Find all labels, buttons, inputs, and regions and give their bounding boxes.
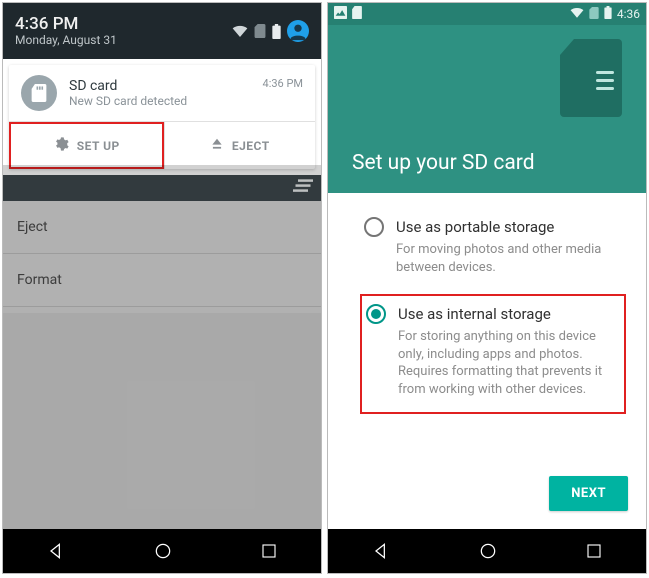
nav-recents-button[interactable] — [585, 542, 603, 560]
nav-bar — [3, 529, 321, 573]
image-icon — [334, 6, 347, 22]
screen-notification-shade: 4:36 PM Monday, August 31 SD card — [2, 2, 322, 574]
status-time: 4:36 PM — [15, 15, 117, 34]
wifi-icon — [570, 7, 584, 21]
setup-button[interactable]: SET UP — [9, 122, 164, 169]
status-left-icons — [334, 6, 362, 22]
page-title: Set up your SD card — [352, 151, 535, 193]
nav-bar — [328, 529, 646, 573]
status-date: Monday, August 31 — [15, 34, 117, 47]
sd-card-illustration-icon — [560, 39, 622, 121]
setup-label: SET UP — [77, 139, 120, 153]
status-bar: 4:36 — [328, 3, 646, 25]
screen-sd-setup: 4:36 Set up your SD card Use as portable… — [327, 2, 647, 574]
option-portable-storage[interactable]: Use as portable storage For moving photo… — [360, 209, 626, 290]
dismiss-all-button[interactable] — [3, 175, 321, 201]
eject-label: EJECT — [232, 139, 270, 153]
option-portable-label: Use as portable storage — [396, 218, 554, 236]
status-bar: 4:36 PM Monday, August 31 — [3, 3, 321, 59]
option-internal-storage[interactable]: Use as internal storage For storing anyt… — [360, 294, 626, 414]
status-icons — [232, 20, 309, 42]
option-portable-desc: For moving photos and other media betwee… — [364, 241, 620, 276]
notification-texts: SD card New SD card detected — [69, 78, 263, 108]
setup-header: Set up your SD card — [328, 25, 646, 193]
no-sim-icon — [254, 24, 266, 38]
menu-item-format[interactable]: Format — [3, 254, 321, 307]
eject-icon — [210, 137, 224, 154]
menu-item-eject[interactable]: Eject — [3, 201, 321, 254]
nav-home-button[interactable] — [153, 541, 173, 561]
nav-home-button[interactable] — [478, 541, 498, 561]
option-internal-label: Use as internal storage — [398, 305, 551, 323]
nav-back-button[interactable] — [46, 541, 66, 561]
gear-icon — [53, 136, 69, 155]
dismiss-all-icon — [293, 179, 313, 193]
sd-small-icon — [352, 6, 362, 22]
next-label: NEXT — [571, 486, 606, 501]
notification-subtitle: New SD card detected — [69, 94, 263, 108]
wifi-icon — [232, 25, 248, 37]
battery-icon — [604, 6, 612, 22]
status-time: 4:36 — [617, 7, 640, 21]
eject-button[interactable]: EJECT — [164, 122, 316, 169]
battery-icon — [272, 24, 281, 39]
radio-internal[interactable] — [366, 304, 386, 324]
profile-icon[interactable] — [287, 20, 309, 42]
notification-time: 4:36 PM — [263, 77, 303, 90]
notification-title: SD card — [69, 78, 263, 94]
sd-card-icon — [21, 75, 57, 111]
status-right-icons: 4:36 — [570, 6, 640, 22]
no-sim-icon — [589, 7, 599, 22]
nav-back-button[interactable] — [371, 541, 391, 561]
nav-recents-button[interactable] — [260, 542, 278, 560]
background-fill — [3, 313, 321, 529]
storage-options: Use as portable storage For moving photo… — [328, 193, 646, 414]
notification-header: SD card New SD card detected 4:36 PM — [9, 65, 315, 121]
sd-card-notification[interactable]: SD card New SD card detected 4:36 PM SET… — [9, 65, 315, 169]
notification-actions: SET UP EJECT — [9, 121, 315, 169]
radio-portable[interactable] — [364, 217, 384, 237]
option-internal-desc: For storing anything on this device only… — [366, 328, 618, 398]
next-button[interactable]: NEXT — [549, 476, 628, 511]
status-time-block: 4:36 PM Monday, August 31 — [15, 15, 117, 47]
